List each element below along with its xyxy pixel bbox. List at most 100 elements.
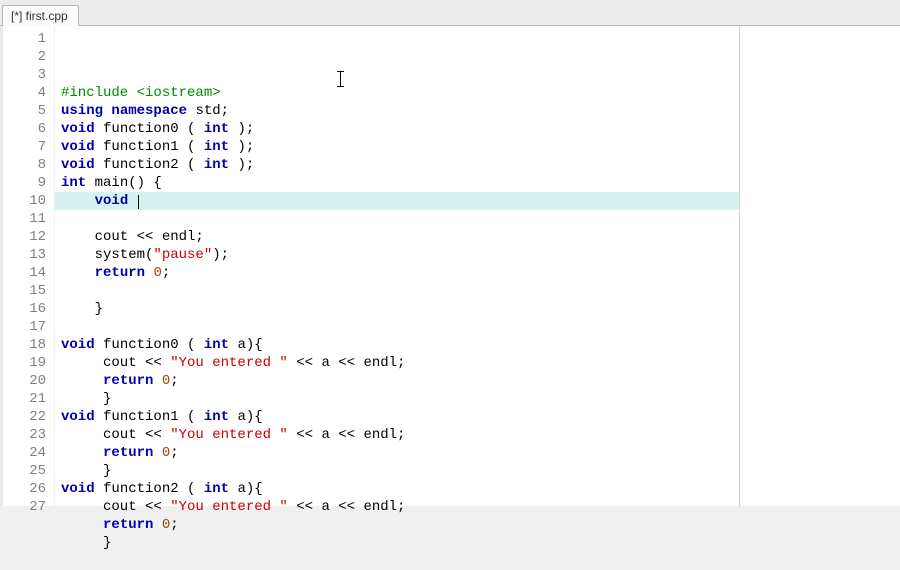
code-line[interactable]: cout << "You entered " << a << endl; <box>61 426 739 444</box>
text-token: ; <box>162 265 170 281</box>
str-token: "You entered " <box>170 427 288 443</box>
kw-token: int <box>204 409 229 425</box>
line-number: 27 <box>3 498 46 516</box>
num-token: 0 <box>153 265 161 281</box>
text-token: << a << endl; <box>288 499 406 515</box>
text-token: cout << <box>61 427 170 443</box>
line-number: 22 <box>3 408 46 426</box>
text-token: function2 ( <box>95 157 204 173</box>
text-token <box>61 265 95 281</box>
kw-token: int <box>61 175 86 191</box>
line-number: 26 <box>3 480 46 498</box>
tab-bar: [*] first.cpp <box>0 0 900 26</box>
text-token <box>61 193 95 209</box>
line-number: 9 <box>3 174 46 192</box>
text-token: main() { <box>86 175 162 191</box>
kw-token: return <box>95 265 145 281</box>
kw-token: namespace <box>111 103 187 119</box>
editor: 1234567891011121314151617181920212223242… <box>0 26 900 506</box>
kw-token: void <box>95 193 129 209</box>
code-line[interactable]: void <box>55 192 739 210</box>
code-line[interactable]: cout << "You entered " << a << endl; <box>61 498 739 516</box>
text-token: std; <box>187 103 229 119</box>
line-number: 16 <box>3 300 46 318</box>
line-number: 5 <box>3 102 46 120</box>
code-line[interactable]: cout << endl; <box>61 228 739 246</box>
text-token: function2 ( <box>95 481 204 497</box>
line-number: 3 <box>3 66 46 84</box>
code-line[interactable]: void function1 ( int a){ <box>61 408 739 426</box>
code-line[interactable]: using namespace std; <box>61 102 739 120</box>
code-line[interactable]: int main() { <box>61 174 739 192</box>
line-number: 2 <box>3 48 46 66</box>
code-line[interactable]: } <box>61 300 739 318</box>
line-number: 20 <box>3 372 46 390</box>
code-line[interactable] <box>61 210 739 228</box>
str-token: "You entered " <box>170 499 288 515</box>
text-token: system( <box>61 247 153 263</box>
code-line[interactable]: } <box>61 534 739 552</box>
code-line[interactable]: void function0 ( int a){ <box>61 336 739 354</box>
text-token: ); <box>229 121 254 137</box>
code-line[interactable]: return 0; <box>61 444 739 462</box>
text-token: } <box>61 391 111 407</box>
text-token: function1 ( <box>95 409 204 425</box>
code-line[interactable] <box>61 552 739 570</box>
code-line[interactable]: #include <iostream> <box>61 84 739 102</box>
kw-token: void <box>61 139 95 155</box>
code-line[interactable]: void function2 ( int a){ <box>61 480 739 498</box>
line-number: 14 <box>3 264 46 282</box>
line-number: 19 <box>3 354 46 372</box>
line-number: 4 <box>3 84 46 102</box>
kw-token: using <box>61 103 103 119</box>
text-token: a){ <box>229 481 263 497</box>
line-number: 24 <box>3 444 46 462</box>
text-token: function0 ( <box>95 337 204 353</box>
kw-token: return <box>103 517 153 533</box>
code-area[interactable]: #include <iostream>using namespace std;v… <box>55 26 739 506</box>
line-number: 23 <box>3 426 46 444</box>
text-token: function1 ( <box>95 139 204 155</box>
code-line[interactable]: } <box>61 462 739 480</box>
kw-token: int <box>204 157 229 173</box>
code-line[interactable]: return 0; <box>61 372 739 390</box>
code-line[interactable]: return 0; <box>61 264 739 282</box>
text-token: a){ <box>229 409 263 425</box>
code-line[interactable]: system("pause"); <box>61 246 739 264</box>
code-line[interactable]: } <box>61 390 739 408</box>
text-token: } <box>61 301 103 317</box>
text-token: cout << <box>61 499 170 515</box>
text-token: ; <box>170 373 178 389</box>
line-number: 17 <box>3 318 46 336</box>
text-token: ); <box>229 139 254 155</box>
text-token: cout << <box>61 355 170 371</box>
text-token <box>61 517 103 533</box>
pp-token: #include <box>61 85 137 101</box>
num-token: 0 <box>162 373 170 389</box>
code-line[interactable] <box>61 282 739 300</box>
text-token: ); <box>229 157 254 173</box>
kw-token: int <box>204 121 229 137</box>
text-token: ; <box>170 517 178 533</box>
code-line[interactable]: cout << "You entered " << a << endl; <box>61 354 739 372</box>
code-line[interactable] <box>61 318 739 336</box>
kw-token: void <box>61 121 95 137</box>
kw-token: int <box>204 337 229 353</box>
line-number: 15 <box>3 282 46 300</box>
line-number: 6 <box>3 120 46 138</box>
pp-token: <iostream> <box>137 85 221 101</box>
line-number: 7 <box>3 138 46 156</box>
num-token: 0 <box>162 517 170 533</box>
kw-token: void <box>61 157 95 173</box>
line-number: 10 <box>3 192 46 210</box>
kw-token: void <box>61 409 95 425</box>
code-line[interactable]: void function1 ( int ); <box>61 138 739 156</box>
file-tab[interactable]: [*] first.cpp <box>2 5 79 26</box>
text-token <box>153 373 161 389</box>
line-number: 8 <box>3 156 46 174</box>
text-token: ; <box>170 445 178 461</box>
str-token: "pause" <box>153 247 212 263</box>
code-line[interactable]: return 0; <box>61 516 739 534</box>
code-line[interactable]: void function0 ( int ); <box>61 120 739 138</box>
code-line[interactable]: void function2 ( int ); <box>61 156 739 174</box>
